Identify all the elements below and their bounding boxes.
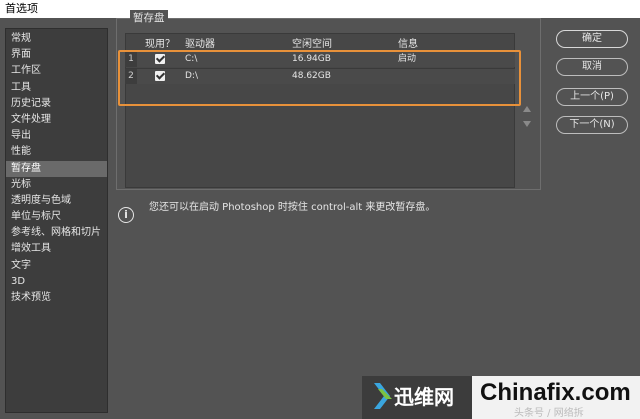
sidebar-item[interactable]: 暂存盘 — [6, 160, 107, 177]
next-button[interactable]: 下一个(N) — [556, 116, 628, 134]
header-active: 现用？ — [145, 39, 175, 50]
window-title: 首选项 — [0, 0, 640, 18]
sidebar-item[interactable]: 参考线、网格和切片 — [6, 225, 107, 241]
brand-logo-icon — [374, 383, 392, 409]
sidebar-item[interactable]: 常规 — [6, 31, 107, 47]
scratch-disk-table-header: 现用？ 驱动器 空闲空间 信息 — [125, 34, 515, 50]
watermark-brand-cn: 迅维网 — [394, 385, 454, 409]
move-down-arrow-icon[interactable] — [523, 121, 531, 127]
sidebar-item[interactable]: 界面 — [6, 47, 107, 63]
sidebar-item[interactable]: 文件处理 — [6, 112, 107, 128]
sidebar-item[interactable]: 光标 — [6, 177, 107, 193]
sidebar-item[interactable]: 性能 — [6, 144, 107, 160]
sidebar-item[interactable]: 导出 — [6, 128, 107, 144]
prev-button[interactable]: 上一个(P) — [556, 88, 628, 106]
sidebar-item[interactable]: 工作区 — [6, 63, 107, 79]
sidebar-item[interactable]: 技术预览 — [6, 290, 107, 306]
sidebar-item[interactable]: 历史记录 — [6, 96, 107, 112]
watermark: 迅维网 Chinafix.com 头条号 / 网络拆 — [362, 376, 640, 419]
sidebar-item[interactable]: 单位与标尺 — [6, 209, 107, 225]
highlight-box — [118, 50, 521, 106]
ok-button[interactable]: 确定 — [556, 30, 628, 48]
watermark-caption: 头条号 / 网络拆 — [514, 408, 584, 419]
info-text: 您还可以在启动 Photoshop 时按住 control-alt 来更改暂存盘… — [149, 202, 436, 213]
sidebar-item[interactable]: 透明度与色域 — [6, 193, 107, 209]
watermark-brand-en: Chinafix.com — [480, 379, 631, 406]
move-up-arrow-icon[interactable] — [523, 106, 531, 112]
info-icon: i — [118, 207, 134, 223]
sidebar-item[interactable]: 工具 — [6, 80, 107, 96]
cancel-button[interactable]: 取消 — [556, 58, 628, 76]
header-free-space: 空闲空间 — [292, 39, 332, 50]
sidebar-item[interactable]: 文字 — [6, 258, 107, 274]
header-drive: 驱动器 — [185, 39, 215, 50]
preferences-sidebar: 常规 界面 工作区 工具 历史记录 文件处理 导出 性能 暂存盘 光标 透明度与色域 单位与标尺 参考线… — [5, 28, 108, 413]
header-info: 信息 — [398, 39, 418, 50]
watermark-left-panel: 迅维网 — [362, 376, 472, 419]
sidebar-item[interactable]: 增效工具 — [6, 241, 107, 257]
sidebar-item[interactable]: 3D — [6, 274, 107, 290]
scratch-disk-group-title: 暂存盘 — [130, 10, 168, 25]
